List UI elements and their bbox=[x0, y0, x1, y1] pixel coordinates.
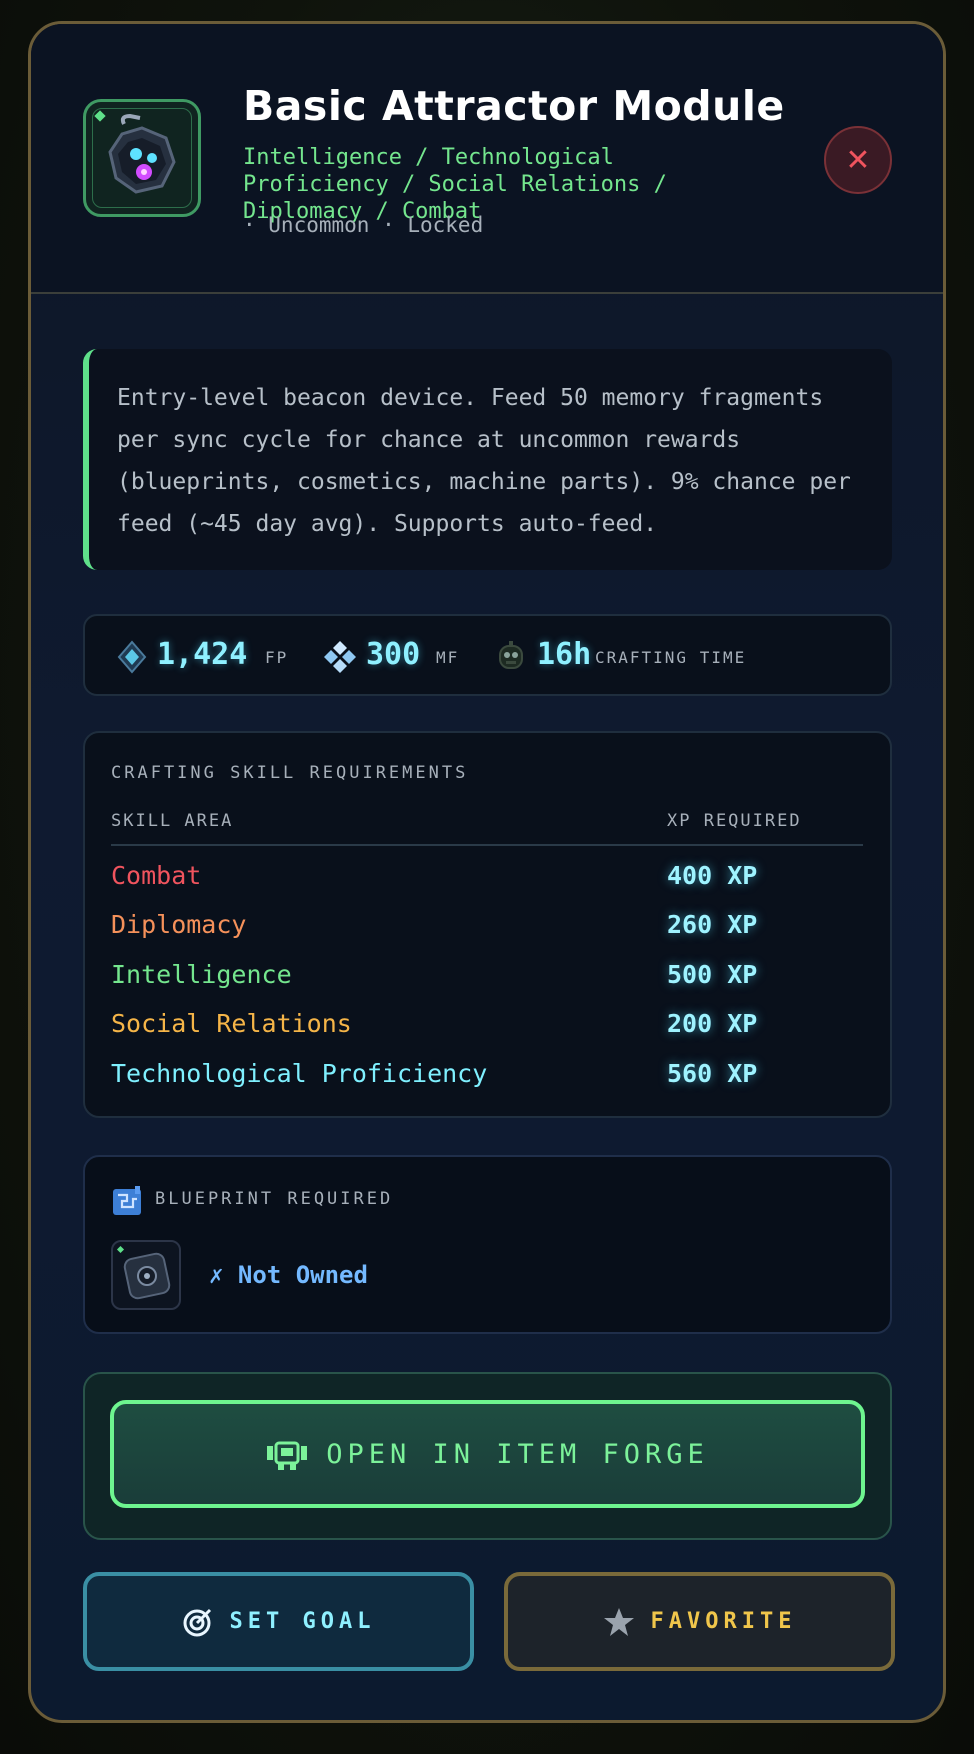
blueprint-thumbnail bbox=[111, 1240, 181, 1310]
skill-name: Intelligence bbox=[111, 960, 292, 989]
item-meta: · Uncommon · Locked bbox=[243, 213, 484, 237]
blueprint-label: BLUEPRINT REQUIRED bbox=[155, 1189, 394, 1209]
fp-value: 1,424 bbox=[157, 637, 248, 672]
close-icon: ✕ bbox=[845, 142, 871, 178]
favorite-button[interactable]: FAVORITE bbox=[504, 1572, 895, 1671]
table-divider bbox=[111, 844, 863, 846]
favorite-label: FAVORITE bbox=[650, 1609, 797, 1634]
skill-name: Technological Proficiency bbox=[111, 1059, 488, 1088]
xp-required-header: XP REQUIRED bbox=[667, 811, 802, 831]
memory-fragment-icon bbox=[324, 641, 356, 673]
skill-requirements-panel: CRAFTING SKILL REQUIREMENTS SKILL AREA X… bbox=[83, 731, 892, 1118]
skill-row-diplomacy: Diplomacy 260 XP bbox=[111, 910, 863, 954]
stats-bar: 1,424 FP 300 MF 16h CRAFTING TIME bbox=[83, 614, 892, 696]
crafting-time-value: 16h bbox=[537, 637, 592, 672]
skill-xp: 200 XP bbox=[667, 1009, 758, 1038]
set-goal-label: SET GOAL bbox=[229, 1609, 376, 1634]
blueprint-status: ✗ Not Owned bbox=[209, 1261, 368, 1289]
skill-row-technological-proficiency: Technological Proficiency 560 XP bbox=[111, 1059, 863, 1103]
forge-panel: OPEN IN ITEM FORGE bbox=[83, 1372, 892, 1540]
robot-timer-icon bbox=[499, 641, 523, 669]
attractor-module-icon bbox=[83, 99, 201, 217]
forge-icon bbox=[267, 1441, 308, 1470]
modal-header: Basic Attractor Module Intelligence / Te… bbox=[31, 24, 943, 294]
skill-xp: 500 XP bbox=[667, 960, 758, 989]
item-description: Entry-level beacon device. Feed 50 memor… bbox=[83, 349, 892, 570]
skill-requirements-title: CRAFTING SKILL REQUIREMENTS bbox=[111, 763, 469, 783]
skill-area-header: SKILL AREA bbox=[111, 811, 234, 831]
mf-value: 300 bbox=[366, 637, 421, 672]
skill-name: Diplomacy bbox=[111, 910, 247, 939]
target-icon bbox=[183, 1608, 211, 1636]
blueprint-panel: BLUEPRINT REQUIRED ✗ Not Owned bbox=[83, 1155, 892, 1334]
crafting-time-label: CRAFTING TIME bbox=[595, 648, 747, 667]
fp-crystal-icon bbox=[117, 640, 147, 674]
skill-xp: 560 XP bbox=[667, 1059, 758, 1088]
open-in-item-forge-button[interactable]: OPEN IN ITEM FORGE bbox=[110, 1400, 865, 1508]
fp-unit: FP bbox=[265, 648, 289, 667]
skill-name: Social Relations bbox=[111, 1009, 352, 1038]
set-goal-button[interactable]: SET GOAL bbox=[83, 1572, 474, 1671]
forge-button-label: OPEN IN ITEM FORGE bbox=[326, 1438, 709, 1470]
item-title: Basic Attractor Module bbox=[243, 82, 785, 130]
mf-unit: MF bbox=[436, 648, 460, 667]
skill-xp: 260 XP bbox=[667, 910, 758, 939]
skill-name: Combat bbox=[111, 861, 202, 890]
close-button[interactable]: ✕ bbox=[824, 126, 892, 194]
skill-xp: 400 XP bbox=[667, 861, 758, 890]
item-detail-modal: Basic Attractor Module Intelligence / Te… bbox=[28, 21, 946, 1723]
skill-row-social-relations: Social Relations 200 XP bbox=[111, 1009, 863, 1053]
blueprint-icon bbox=[113, 1186, 141, 1215]
skill-row-intelligence: Intelligence 500 XP bbox=[111, 960, 863, 1004]
skill-row-combat: Combat 400 XP bbox=[111, 861, 863, 905]
star-icon bbox=[603, 1607, 634, 1636]
